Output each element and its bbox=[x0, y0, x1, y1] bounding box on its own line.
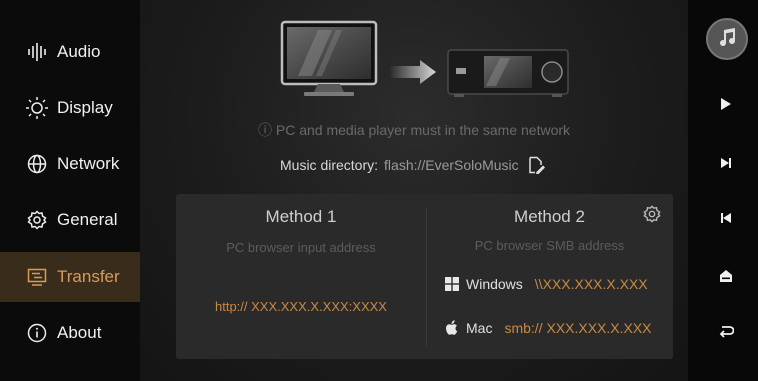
sidebar-item-transfer[interactable]: Transfer bbox=[0, 252, 140, 302]
playback-controls bbox=[688, 0, 758, 381]
sidebar-item-label: General bbox=[57, 210, 118, 229]
windows-smb-address: \\XXX.XXX.X.XXX bbox=[534, 276, 648, 292]
next-track-button[interactable] bbox=[716, 155, 736, 175]
sidebar-item-label: About bbox=[57, 323, 102, 342]
sun-icon bbox=[26, 97, 48, 119]
audio-bars-icon bbox=[26, 41, 48, 63]
play-button[interactable] bbox=[716, 96, 736, 116]
sidebar-item-audio[interactable]: Audio bbox=[0, 28, 140, 76]
music-directory-value: flash://EverSoloMusic bbox=[384, 157, 519, 173]
method1-subtitle: PC browser input address bbox=[226, 240, 376, 255]
methods-divider bbox=[426, 208, 427, 346]
method2-subtitle: PC browser SMB address bbox=[474, 238, 625, 253]
windows-icon bbox=[444, 276, 460, 292]
smb-settings-gear-icon[interactable] bbox=[643, 205, 661, 223]
back-arrow-icon bbox=[718, 324, 735, 343]
sidebar-item-label: Transfer bbox=[57, 267, 120, 286]
home-icon bbox=[719, 269, 733, 288]
mac-smb-address: smb:// XXX.XXX.X.XXX bbox=[504, 320, 652, 336]
music-directory: Music directory: flash://EverSoloMusic bbox=[280, 156, 545, 175]
sidebar-item-display[interactable]: Display bbox=[0, 84, 140, 132]
sidebar-item-about[interactable]: About bbox=[0, 309, 140, 357]
sidebar-item-label: Display bbox=[57, 98, 113, 117]
network-note: ⓘ PC and media player must in the same n… bbox=[258, 122, 571, 138]
apple-icon bbox=[444, 320, 460, 336]
music-directory-label: Music directory: bbox=[280, 157, 379, 173]
previous-track-button[interactable] bbox=[716, 210, 736, 230]
mac-row: Mac smb:// XXX.XXX.X.XXX bbox=[444, 318, 652, 338]
transfer-icon bbox=[26, 266, 48, 288]
info-icon bbox=[26, 322, 48, 344]
method1-address: http:// XXX.XXX.X.XXX:XXXX bbox=[215, 299, 387, 314]
sidebar-item-label: Audio bbox=[57, 42, 101, 61]
back-button[interactable] bbox=[716, 323, 736, 343]
sidebar-item-general[interactable]: General bbox=[0, 196, 140, 244]
windows-label: Windows bbox=[466, 276, 523, 292]
sidebar-item-network[interactable]: Network bbox=[0, 140, 140, 188]
globe-icon bbox=[26, 153, 48, 175]
method2-title: Method 2 bbox=[514, 207, 585, 226]
skip-previous-icon bbox=[720, 211, 732, 229]
methods-panel: Method 1 PC browser input address http:/… bbox=[176, 194, 673, 359]
transfer-panel: ⓘ PC and media player must in the same n… bbox=[140, 0, 688, 381]
pc-to-player-illustration bbox=[280, 20, 569, 97]
edit-directory-icon[interactable] bbox=[527, 156, 545, 175]
home-button[interactable] bbox=[716, 268, 736, 288]
method1-title: Method 1 bbox=[265, 207, 337, 226]
gear-icon bbox=[26, 209, 48, 231]
music-note-icon bbox=[716, 26, 738, 53]
sidebar-item-label: Network bbox=[57, 154, 120, 173]
settings-sidebar: Audio Display Network General Transfer A… bbox=[0, 0, 140, 381]
play-icon bbox=[720, 97, 732, 116]
mac-label: Mac bbox=[466, 320, 493, 336]
windows-row: Windows \\XXX.XXX.X.XXX bbox=[444, 274, 648, 294]
skip-next-icon bbox=[720, 156, 732, 174]
album-art-button[interactable] bbox=[706, 18, 748, 60]
